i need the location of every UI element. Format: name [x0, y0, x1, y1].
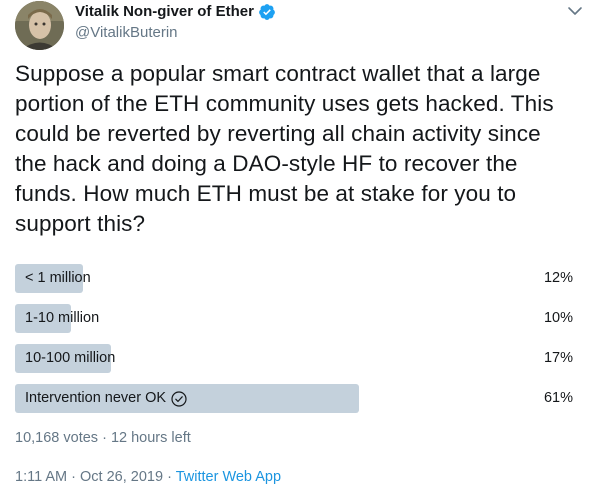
poll-option[interactable]: 1-10 million 10% [15, 304, 579, 333]
poll-option-label: 10-100 million [25, 344, 115, 373]
author-display-name[interactable]: Vitalik Non-giver of Ether [75, 3, 254, 21]
separator: · [102, 430, 107, 446]
author-name-row: Vitalik Non-giver of Ether [75, 3, 276, 21]
tweet-time[interactable]: 1:11 AM [15, 469, 67, 485]
tweet-timestamp-row: 1:11 AM · Oct 26, 2019 · Twitter Web App [15, 467, 281, 487]
poll-option-label: Intervention never OK [25, 384, 187, 413]
verified-badge-icon [259, 4, 275, 20]
avatar-image [15, 1, 64, 50]
tweet-text: Suppose a popular smart contract wallet … [15, 61, 554, 236]
poll-option-text: Intervention never OK [25, 390, 167, 406]
poll-option-percent: 10% [543, 310, 573, 326]
poll-vote-count: 10,168 votes [15, 430, 99, 446]
poll-time-left: 12 hours left [110, 430, 191, 446]
poll-option-text: < 1 million [25, 270, 91, 286]
tweet-date[interactable]: Oct 26, 2019 [80, 469, 163, 485]
poll-option[interactable]: < 1 million 12% [15, 264, 579, 293]
tweet-source-link[interactable]: Twitter Web App [176, 469, 281, 485]
check-circle-icon [171, 390, 187, 407]
poll-option-text: 10-100 million [25, 350, 116, 366]
separator: · [167, 469, 172, 485]
poll-meta: 10,168 votes · 12 hours left [15, 428, 191, 448]
poll-option-text: 1-10 million [25, 310, 100, 326]
poll-option-label: < 1 million [25, 264, 91, 293]
poll-option-label: 1-10 million [25, 304, 99, 333]
poll-option-percent: 12% [543, 270, 573, 286]
poll-option-percent: 61% [543, 390, 573, 406]
poll-option-winner[interactable]: Intervention never OK 61% [15, 384, 579, 413]
poll-option-percent: 17% [543, 350, 573, 366]
chevron-down-icon[interactable] [566, 4, 584, 18]
avatar[interactable] [15, 1, 64, 50]
author-handle[interactable]: @VitalikButerin [75, 24, 178, 42]
separator: · [71, 469, 76, 485]
poll-option[interactable]: 10-100 million 17% [15, 344, 579, 373]
